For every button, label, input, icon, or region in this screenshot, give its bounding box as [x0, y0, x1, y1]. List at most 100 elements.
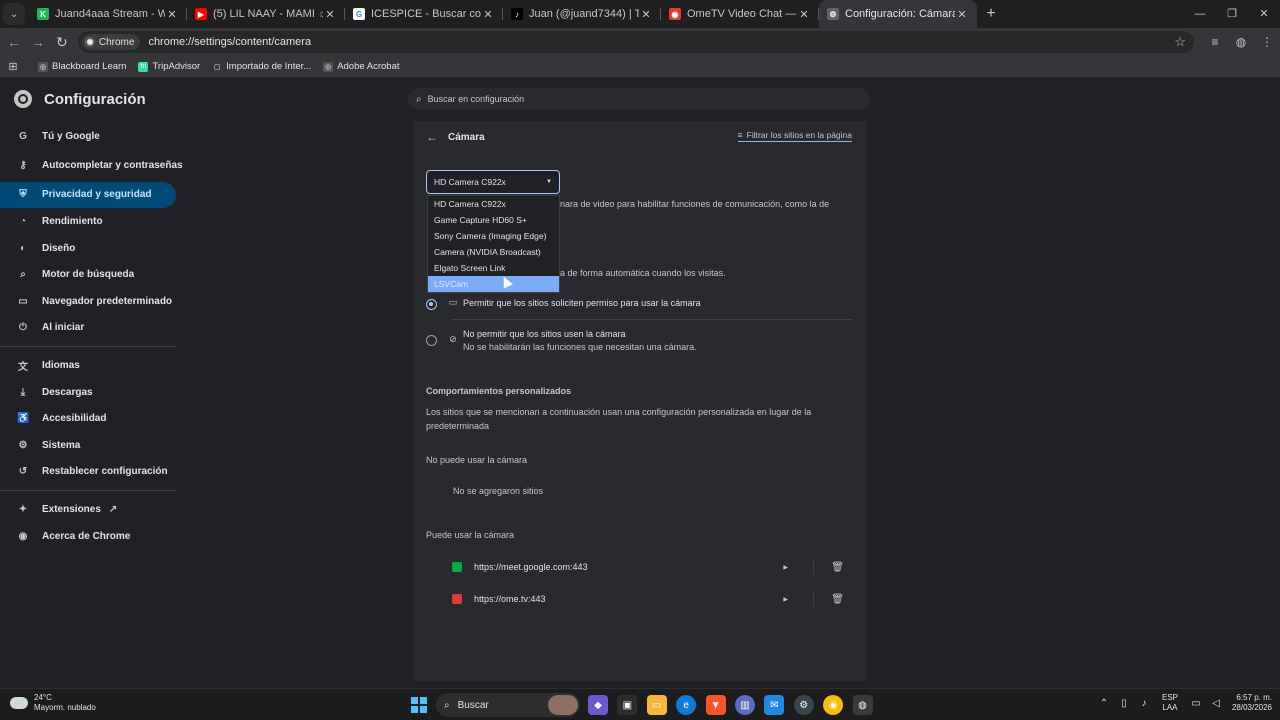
weather-widget[interactable]: 24°C Mayorm. nublado — [10, 693, 96, 713]
brave-icon[interactable]: ▼ — [705, 695, 726, 715]
filter-label: Filtrar los sitios en la página — [746, 130, 852, 140]
sidebar-item[interactable]: ◐ Diseño — [0, 235, 190, 262]
chevron-right-icon[interactable]: ▶ — [783, 596, 788, 603]
new-tab-button[interactable]: + — [977, 5, 1005, 23]
browser-tab[interactable]: G ICESPICE - Buscar con Google✕ — [345, 0, 503, 28]
file-explorer-icon[interactable]: ▭ — [646, 695, 667, 715]
trash-icon[interactable]: 🗑 — [831, 562, 844, 573]
language-indicator[interactable]: ESP LAA — [1162, 693, 1178, 713]
bookmark-star-icon[interactable]: ☆ — [1174, 34, 1186, 50]
usb-icon[interactable]: ▯ — [1114, 698, 1134, 709]
option-deny-sub: No se habilitarán las funciones que nece… — [463, 342, 697, 352]
network-icon[interactable]: ▭ — [1186, 698, 1206, 709]
tab-close-icon[interactable]: ✕ — [639, 8, 653, 21]
chevron-right-icon[interactable]: ▶ — [783, 564, 788, 571]
site-favicon-icon — [452, 562, 462, 572]
sidebar-item[interactable]: ⛨ Privacidad y seguridad — [0, 181, 176, 209]
browser-tab[interactable]: K Juand4aaa Stream - Watch Live✕ — [29, 0, 187, 28]
selected-device: HD Camera C922x — [434, 177, 506, 187]
sidebar-item[interactable]: ▭ Navegador predeterminado — [0, 288, 190, 315]
browser-tab[interactable]: ⚙ Configuración: Cámara ✕ — [819, 0, 977, 28]
sidebar-item-label: Rendimiento — [42, 215, 103, 227]
windows-start-button[interactable] — [411, 697, 427, 713]
trash-icon[interactable]: 🗑 — [831, 594, 844, 605]
maximize-button[interactable]: ❐ — [1216, 0, 1248, 28]
settings-search-input[interactable]: ⌕ Buscar en configuración — [408, 88, 870, 110]
radio-allow[interactable] — [426, 299, 437, 310]
site-info-chip[interactable]: Chrome — [81, 34, 141, 50]
browser-tab[interactable]: ♪ Juan (@juand7344) | TikTok✕ — [503, 0, 661, 28]
copilot-icon[interactable]: ◆ — [588, 695, 608, 715]
chrome-active-taskbar-icon[interactable]: ◍ — [852, 695, 873, 715]
sidebar-item-label: Diseño — [42, 242, 76, 254]
sidebar-item[interactable]: ◉ Acerca de Chrome — [0, 523, 190, 550]
sidebar-item[interactable]: ⚷ Autocompletar y contraseñas — [0, 150, 190, 182]
taskbar-search[interactable]: ⌕ Buscar — [436, 693, 580, 717]
microphone-icon[interactable]: ♪ — [1134, 698, 1154, 709]
menu-kebab-icon[interactable]: ⋮ — [1254, 35, 1280, 49]
close-window-button[interactable]: ✕ — [1248, 0, 1280, 28]
sidebar-item[interactable]: ⚙ Sistema — [0, 432, 190, 459]
tab-search-button[interactable]: ⌄ — [3, 3, 25, 25]
device-option[interactable]: Elgato Screen Link — [428, 260, 559, 276]
filter-sites-button[interactable]: ≡ Filtrar los sitios en la página — [737, 130, 852, 142]
browser-tab[interactable]: ▶ (5) LIL NAAY - MAMI ☼ - YouT✕ — [187, 0, 345, 28]
sidebar-item-label: Sistema — [42, 439, 81, 451]
app-icon[interactable]: ▥ — [734, 695, 755, 715]
forward-button[interactable]: → — [26, 34, 50, 50]
apps-grid-icon[interactable]: ⊞ — [0, 60, 26, 73]
tab-close-icon[interactable]: ✕ — [955, 8, 969, 21]
option-allow[interactable]: ▭ Permitir que los sitios soliciten perm… — [426, 297, 701, 310]
device-option[interactable]: LSVCam — [428, 276, 559, 292]
site-row[interactable]: https://meet.google.com:443 ▶ 🗑 — [452, 557, 852, 577]
bookmark-item[interactable]: tri TripAdvisor — [138, 61, 200, 72]
settings-app-icon[interactable]: ⚙ — [793, 695, 814, 715]
clock[interactable]: 6:57 p. m. 28/03/2026 — [1232, 693, 1272, 713]
address-bar[interactable]: Chrome chrome://settings/content/camera … — [77, 31, 1194, 53]
chevron-up-icon[interactable]: ⌃ — [1094, 698, 1114, 709]
media-controls-icon[interactable]: ≡ — [1202, 35, 1228, 49]
device-option[interactable]: Sony Camera (Imaging Edge) — [428, 228, 559, 244]
sidebar-item[interactable]: ↺ Restablecer configuración — [0, 459, 190, 486]
site-row[interactable]: https://ome.tv:443 ▶ 🗑 — [452, 589, 852, 609]
sidebar-item[interactable]: ⤓ Descargas — [0, 379, 190, 406]
radio-deny[interactable] — [426, 335, 437, 346]
tab-close-icon[interactable]: ✕ — [165, 8, 179, 21]
option-deny[interactable]: ⊘ No permitir que los sitios usen la cám… — [426, 328, 697, 354]
sidebar-item[interactable]: G Tú y Google — [0, 123, 190, 150]
sidebar-item[interactable]: ◔ Rendimiento — [0, 208, 190, 235]
reload-button[interactable]: ↻ — [50, 34, 74, 51]
sidebar-item-label: Accesibilidad — [42, 413, 107, 425]
minimize-button[interactable]: — — [1184, 0, 1216, 28]
back-button[interactable]: ← — [2, 34, 26, 50]
tab-close-icon[interactable]: ✕ — [323, 8, 337, 21]
profile-avatar[interactable]: ◍ — [1228, 35, 1254, 49]
device-option[interactable]: HD Camera C922x — [428, 196, 559, 212]
chrome-taskbar-icon[interactable]: ◉ — [823, 695, 844, 715]
tab-close-icon[interactable]: ✕ — [797, 8, 811, 21]
bookmark-item[interactable]: ◎ Blackboard Learn — [38, 61, 126, 72]
volume-icon[interactable]: ◁ — [1206, 698, 1226, 709]
dropdown-caret-icon: ▼ — [546, 179, 552, 185]
sidebar-item-label: Al iniciar — [42, 322, 85, 334]
store-icon[interactable]: ▣ — [617, 695, 638, 715]
device-option[interactable]: Camera (NVIDIA Broadcast) — [428, 244, 559, 260]
back-arrow-icon[interactable]: ← — [426, 130, 438, 144]
sidebar-item[interactable]: ⌕ Motor de búsqueda — [0, 261, 190, 288]
bookmark-item[interactable]: ▢ Importado de Inter... — [212, 61, 311, 72]
mail-icon[interactable]: ✉ — [764, 695, 785, 715]
sidebar-item[interactable]: ♿ Accesibilidad — [0, 405, 190, 432]
sidebar-item[interactable]: ⏻ Al iniciar — [0, 315, 190, 342]
puzzle-icon: ✦ — [18, 503, 28, 515]
key-icon: ⚷ — [19, 159, 27, 171]
camera-device-select[interactable]: HD Camera C922x ▼ — [426, 170, 560, 194]
tab-close-icon[interactable]: ✕ — [481, 8, 495, 21]
sidebar-item[interactable]: ✦ Extensiones ↗ — [0, 496, 190, 523]
wrench-icon: ⚙ — [18, 439, 28, 451]
bookmark-item[interactable]: ◎ Adobe Acrobat — [323, 61, 400, 72]
sidebar-item[interactable]: 文 Idiomas — [0, 352, 190, 379]
device-option[interactable]: Game Capture HD60 S+ — [428, 212, 559, 228]
browser-tab[interactable]: ◉ OmeTV Video Chat — Ome✕ — [661, 0, 819, 28]
edge-icon[interactable]: e — [676, 695, 697, 715]
row-separator — [813, 559, 814, 575]
